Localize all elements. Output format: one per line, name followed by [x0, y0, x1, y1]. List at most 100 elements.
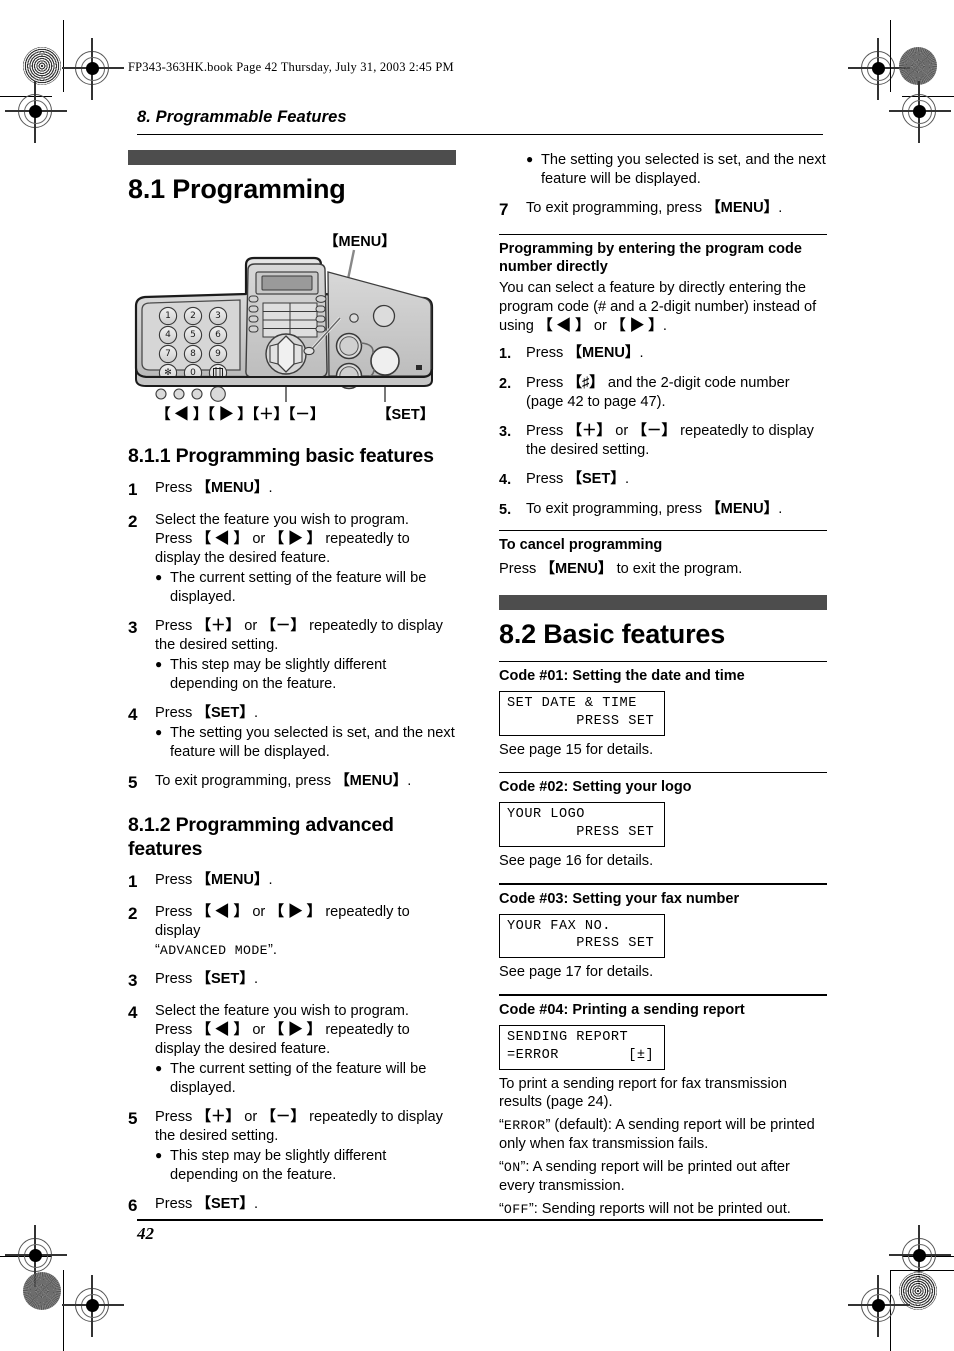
divider-rule: [499, 234, 827, 236]
key-minus: 【－】: [261, 1109, 306, 1126]
direct-step-3: 3. Press 【＋】 or 【－】 repeatedly to displa…: [499, 422, 827, 460]
key-left: 【 ◀ 】: [196, 1022, 249, 1039]
header-rule: [137, 134, 823, 136]
step-number: 3: [128, 617, 138, 637]
key-minus: 【－】: [261, 617, 306, 634]
trim-line-top-left-vertical: [63, 20, 65, 92]
lcd-word-on: ON: [503, 1160, 521, 1176]
running-header: 8. Programmable Features: [137, 108, 347, 126]
key-left: 【 ◀ 】: [537, 318, 590, 335]
option-on-code-04: “ON”: A sending report will be printed o…: [499, 1159, 790, 1195]
bullet-dot-icon: ●: [526, 152, 534, 166]
page-number: 42: [137, 1224, 154, 1243]
step-812-7: 7 To exit programming, press 【MENU】.: [499, 199, 827, 221]
heading-code-04: Code #04: Printing a sending report: [499, 1001, 745, 1018]
registration-mark-left-upper: [5, 81, 67, 143]
bullet-item: ● The setting you selected is set, and t…: [155, 724, 456, 762]
step-number: 6: [128, 1196, 138, 1216]
step-811-2: 2 Select the feature you wish to program…: [128, 511, 456, 607]
key-right: 【 ▶ 】: [610, 318, 663, 335]
step-812-4: 4 Select the feature you wish to program…: [128, 1002, 456, 1098]
registration-mark-right-upper: [889, 81, 951, 143]
desc-code-04: To print a sending report for fax transm…: [499, 1075, 787, 1111]
lcd-word-advanced-mode: ADVANCED MODE: [159, 943, 268, 959]
key-plus: 【＋】: [196, 1109, 241, 1126]
lcd-display-code-01: SET DATE & TIME PRESS SET: [499, 691, 665, 737]
registration-mark-left-lower: [5, 1225, 67, 1287]
svg-text:6: 6: [215, 330, 221, 340]
fax-machine-illustration: 123 456 789 ✻ 0: [134, 249, 434, 403]
key-minus: 【－】: [632, 422, 677, 439]
direct-step-2: 2. Press 【♯】 and the 2-digit code number…: [499, 374, 827, 412]
key-right: 【 ▶ 】: [269, 531, 322, 548]
cancel-programming-text: Press 【MENU】 to exit the program.: [499, 560, 743, 577]
step-number: 5: [128, 772, 138, 792]
step-text: Press 【MENU】.: [155, 872, 273, 889]
bullet-dot-icon: ●: [155, 1148, 163, 1163]
heading-code-02: Code #02: Setting your logo: [499, 779, 692, 796]
option-off-code-04: “OFF”: Sending reports will not be print…: [499, 1201, 791, 1218]
book-file-line: FP343-363HK.book Page 42 Thursday, July …: [128, 60, 454, 74]
bullet-text: The current setting of the feature will …: [170, 570, 427, 605]
footer-rule: [137, 1219, 823, 1221]
direct-step-5: 5. To exit programming, press 【MENU】.: [499, 500, 827, 520]
bullet-item: ● This step may be slightly different de…: [155, 1147, 456, 1185]
lcd-display-code-02: YOUR LOGO PRESS SET: [499, 802, 665, 848]
key-hash: 【♯】: [567, 375, 604, 392]
step-number: 3: [128, 971, 138, 991]
registration-mark-bottom-left: [62, 1275, 124, 1337]
key-set: 【SET】: [196, 971, 254, 988]
divider-rule: [499, 994, 827, 996]
trim-line-top-right-vertical: [890, 20, 892, 92]
bullet-text: The setting you selected is set, and the…: [541, 152, 826, 187]
lcd-display-code-04: SENDING REPORT =ERROR [±]: [499, 1024, 665, 1070]
svg-text:3: 3: [215, 311, 221, 321]
step-number: 4: [128, 704, 138, 724]
svg-text:9: 9: [215, 349, 221, 359]
key-menu: 【MENU】: [567, 345, 640, 362]
subsection-title-811: 8.1.1 Programming basic features: [128, 445, 434, 468]
direct-entry-intro: You can select a feature by directly ent…: [499, 280, 817, 335]
step-text: Press 【SET】.: [155, 971, 258, 988]
step-812-2: 2 Press 【 ◀ 】 or 【 ▶ 】 repeatedly to dis…: [128, 903, 456, 960]
key-set: 【SET】: [196, 704, 254, 721]
registration-mark-right-lower: [889, 1225, 951, 1287]
key-plus: 【＋】: [567, 422, 612, 439]
step-text: Press 【MENU】.: [155, 480, 273, 497]
section-title-82: 8.2 Basic features: [499, 618, 726, 649]
halftone-dot-top-left: [23, 47, 61, 85]
bullet-item-continued: ● The setting you selected is set, and t…: [526, 151, 827, 189]
direct-step-1: 1. Press 【MENU】.: [499, 344, 827, 364]
key-menu: 【MENU】: [706, 500, 779, 517]
step-811-1: 1 Press 【MENU】.: [128, 479, 456, 501]
trim-line-bottom-right-vertical: [890, 1270, 954, 1272]
step-line-1: Select the feature you wish to program.: [155, 512, 409, 529]
lcd-word-error: ERROR: [503, 1118, 546, 1134]
note-code-01: See page 15 for details.: [499, 742, 654, 759]
step-812-3: 3 Press 【SET】.: [128, 970, 456, 992]
halftone-dot-bottom-left: [23, 1272, 61, 1310]
svg-text:1: 1: [165, 311, 171, 321]
heading-code-01: Code #01: Setting the date and time: [499, 668, 745, 685]
step-811-3: 3 Press 【＋】 or 【－】 repeatedly to display…: [128, 617, 456, 694]
divider-rule: [499, 883, 827, 885]
step-number: 1: [128, 872, 138, 892]
step-812-6: 6 Press 【SET】.: [128, 1195, 456, 1217]
step-text: Press 【SET】. ● The setting you selected …: [155, 704, 456, 762]
halftone-dot-top-right: [899, 47, 937, 85]
section-title-81: 8.1 Programming: [128, 174, 346, 204]
key-menu: 【MENU】: [540, 560, 613, 577]
key-left: 【 ◀ 】: [196, 904, 249, 921]
note-code-02: See page 16 for details.: [499, 853, 654, 870]
step-text: To exit programming, press 【MENU】.: [526, 199, 783, 216]
key-plus: 【＋】: [196, 617, 241, 634]
section-gray-bar-81: [128, 150, 456, 165]
key-menu: 【MENU】: [196, 872, 269, 889]
lcd-word-off: OFF: [503, 1202, 529, 1218]
bullet-dot-icon: ●: [155, 1061, 163, 1076]
key-menu: 【MENU】: [335, 772, 408, 789]
right-column: ● The setting you selected is set, and t…: [499, 150, 827, 1223]
step-text: To exit programming, press 【MENU】.: [155, 772, 412, 789]
bullet-item: ● The current setting of the feature wil…: [155, 569, 456, 607]
step-text: Press 【♯】 and the 2-digit code number (p…: [526, 375, 790, 410]
